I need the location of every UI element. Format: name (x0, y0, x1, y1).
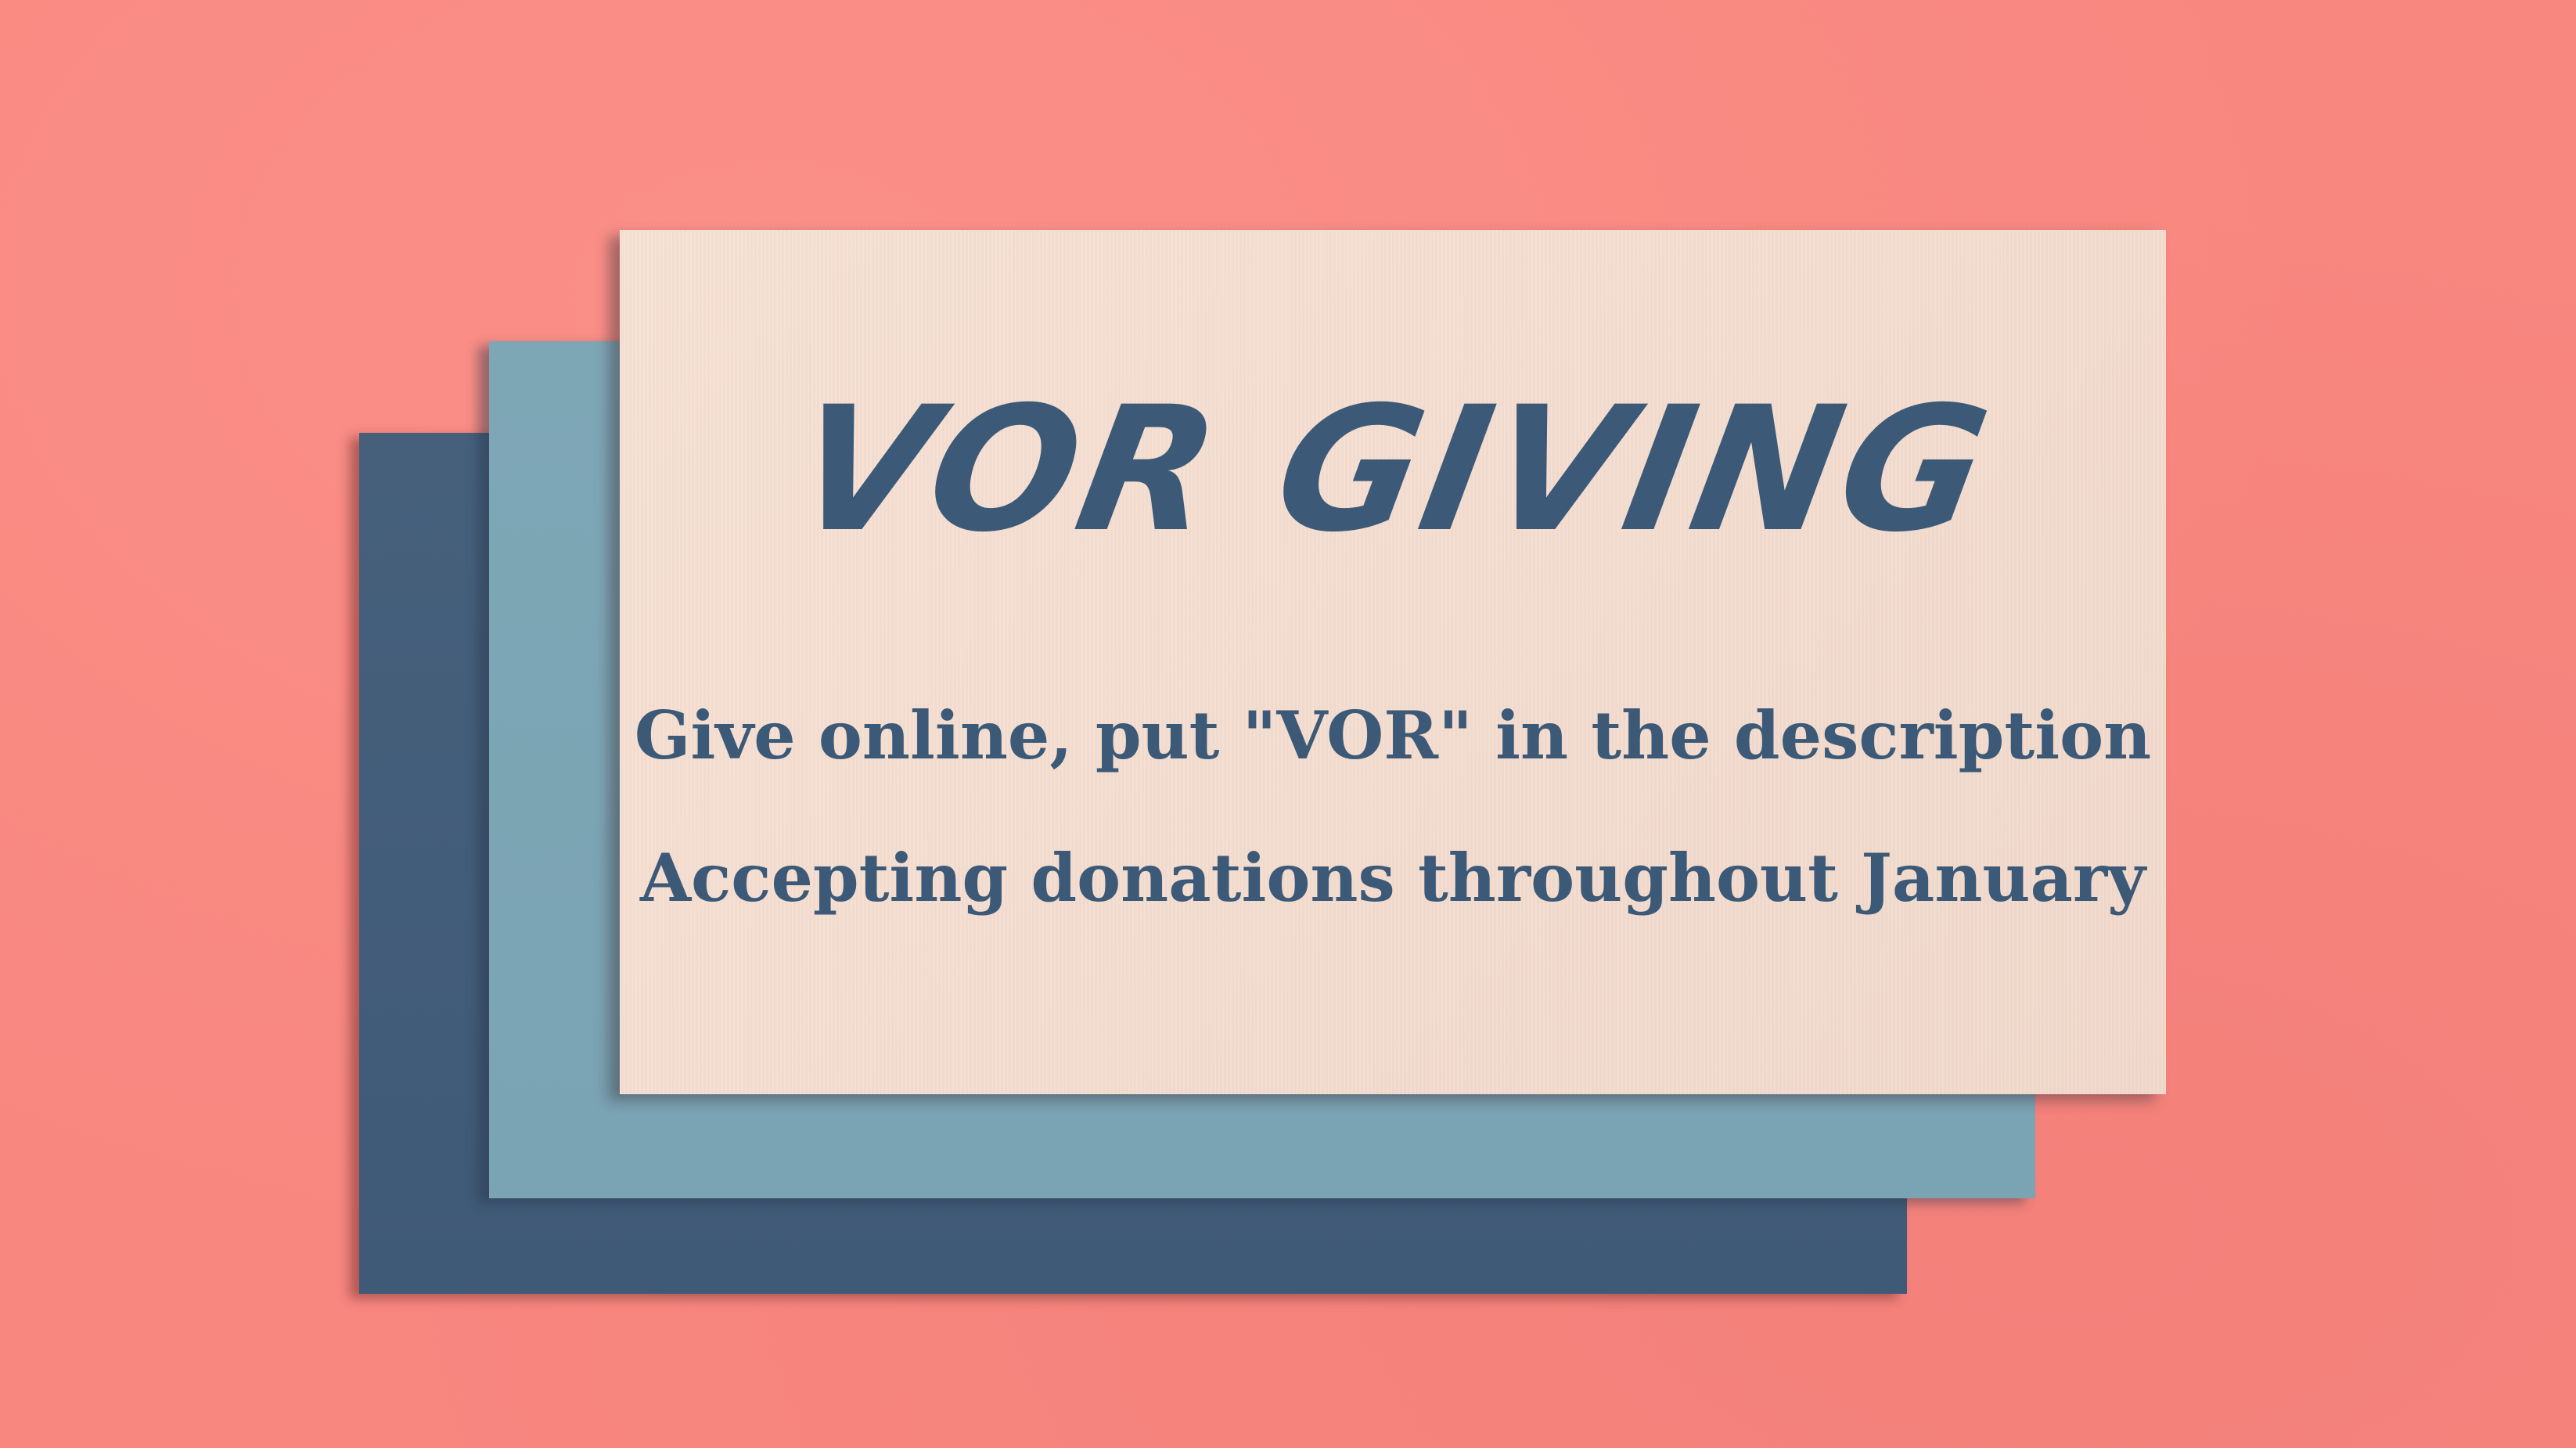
cream-paper-card (620, 230, 2166, 1094)
donation-period-line: Accepting donations throughout January (639, 839, 2146, 917)
card-title: VOR GIVING (781, 369, 2005, 570)
instruction-line: Give online, put "VOR" in the descriptio… (634, 697, 2152, 774)
